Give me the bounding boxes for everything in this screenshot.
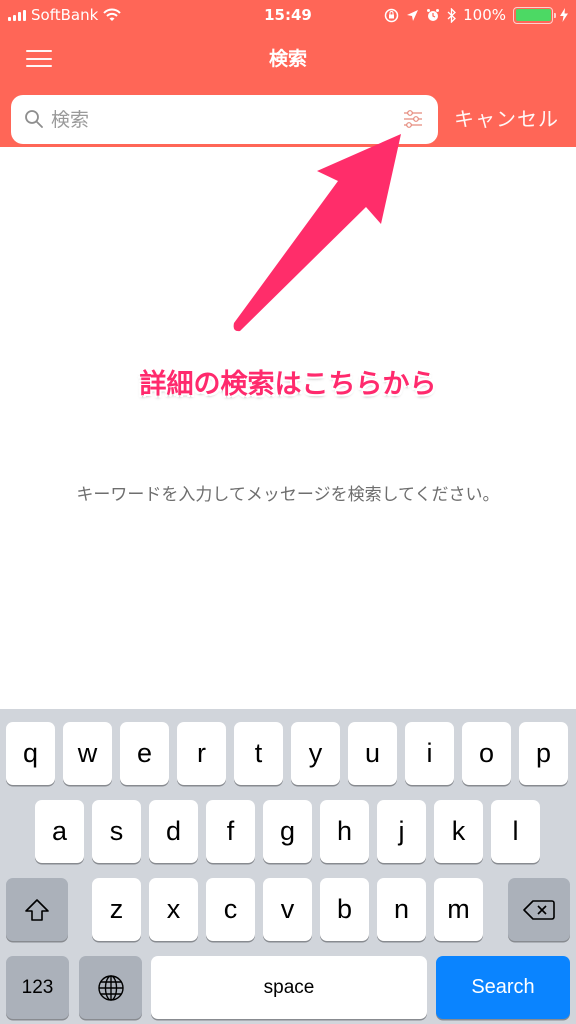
globe-icon xyxy=(97,974,124,1001)
page-title: 検索 xyxy=(268,48,307,70)
key-q[interactable]: q xyxy=(6,722,55,785)
key-p[interactable]: p xyxy=(519,722,568,785)
annotation-label: 詳細の検索はこちらから xyxy=(139,369,437,400)
alarm-icon xyxy=(427,9,440,21)
key-l[interactable]: l xyxy=(491,800,540,863)
key-y[interactable]: y xyxy=(291,722,340,785)
search-bar[interactable] xyxy=(11,95,438,144)
search-icon xyxy=(25,110,43,128)
key-r[interactable]: r xyxy=(177,722,226,785)
key-a[interactable]: a xyxy=(35,800,84,863)
bluetooth-icon xyxy=(447,7,457,23)
status-bar: SoftBank 15:49 100% xyxy=(0,0,576,32)
key-c[interactable]: c xyxy=(206,878,255,941)
location-icon xyxy=(407,9,419,21)
key-s[interactable]: s xyxy=(92,800,141,863)
shift-key[interactable] xyxy=(6,878,68,941)
globe-key[interactable] xyxy=(79,956,142,1019)
key-x[interactable]: x xyxy=(149,878,198,941)
key-k[interactable]: k xyxy=(434,800,483,863)
battery-icon xyxy=(513,6,556,24)
key-o[interactable]: o xyxy=(462,722,511,785)
key-w[interactable]: w xyxy=(63,722,112,785)
app-header: SoftBank 15:49 100% 検索 検索 キャンセル xyxy=(0,0,576,147)
rotation-lock-icon xyxy=(384,8,399,22)
key-v[interactable]: v xyxy=(263,878,312,941)
delete-key[interactable] xyxy=(508,878,570,941)
backspace-icon xyxy=(523,899,555,920)
search-key[interactable]: Search xyxy=(436,956,570,1019)
key-m[interactable]: m xyxy=(434,878,483,941)
key-i[interactable]: i xyxy=(405,722,454,785)
key-h[interactable]: h xyxy=(320,800,369,863)
key-j[interactable]: j xyxy=(377,800,426,863)
key-b[interactable]: b xyxy=(320,878,369,941)
empty-state-hint: キーワードを入力してメッセージを検索してください。 xyxy=(76,485,500,505)
key-d[interactable]: d xyxy=(149,800,198,863)
key-e[interactable]: e xyxy=(120,722,169,785)
space-key[interactable]: space xyxy=(151,956,427,1019)
keyboard: 123 space Search qwertyuiop asdfghjkl zxcv… xyxy=(0,709,576,1024)
key-z[interactable]: z xyxy=(92,878,141,941)
key-g[interactable]: g xyxy=(263,800,312,863)
search-input[interactable] xyxy=(51,95,391,144)
numbers-key[interactable]: 123 xyxy=(6,956,69,1019)
battery-percent: 100% xyxy=(463,6,506,24)
key-t[interactable]: t xyxy=(234,722,283,785)
key-f[interactable]: f xyxy=(206,800,255,863)
cancel-button[interactable]: キャンセル xyxy=(454,103,559,132)
filter-sliders-icon[interactable] xyxy=(402,108,424,130)
charging-icon xyxy=(560,8,568,22)
key-u[interactable]: u xyxy=(348,722,397,785)
key-n[interactable]: n xyxy=(377,878,426,941)
shift-icon xyxy=(25,898,49,921)
